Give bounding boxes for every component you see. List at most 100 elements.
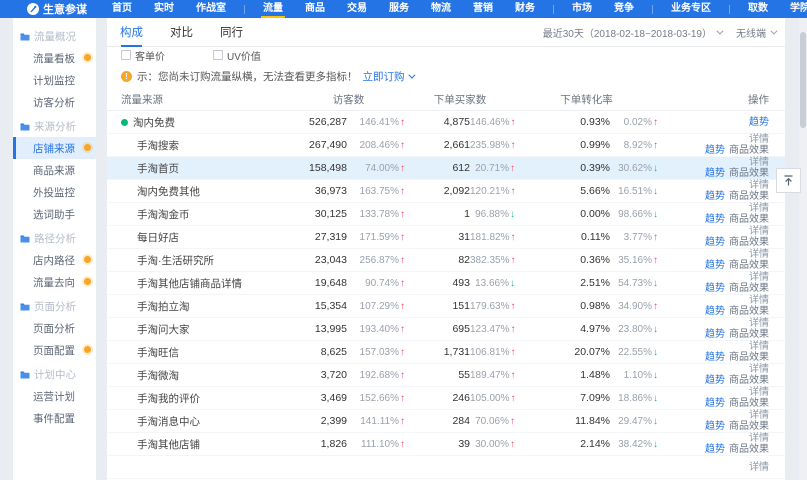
detail-link[interactable]: 详情 bbox=[749, 462, 769, 473]
trend-link[interactable]: 趋势 bbox=[749, 117, 769, 128]
sidebar-item-访客分析[interactable]: 访客分析 bbox=[13, 91, 96, 113]
trend-link[interactable]: 趋势 bbox=[705, 168, 725, 179]
trend-link[interactable]: 趋势 bbox=[705, 352, 725, 363]
detail-link[interactable]: 详情 bbox=[749, 226, 769, 237]
product-effect-link[interactable]: 商品效果 bbox=[729, 214, 769, 225]
sidebar-item-流量看板[interactable]: 流量看板 bbox=[13, 47, 96, 69]
table-row: 手淘淘金币30,125133.78%↑196.88%↓0.00%98.66%↓详… bbox=[107, 203, 785, 226]
back-to-top-button[interactable] bbox=[776, 168, 801, 193]
trend-link[interactable]: 趋势 bbox=[705, 398, 725, 409]
visitors-value: 267,490 bbox=[292, 139, 347, 151]
trend-link[interactable]: 趋势 bbox=[705, 237, 725, 248]
sidebar-item-页面分析[interactable]: 页面分析 bbox=[13, 317, 96, 339]
product-effect-link[interactable]: 商品效果 bbox=[729, 237, 769, 248]
detail-link[interactable]: 详情 bbox=[749, 318, 769, 329]
sidebar-item-计划监控[interactable]: 计划监控 bbox=[13, 69, 96, 91]
detail-link[interactable]: 详情 bbox=[749, 180, 769, 191]
sidebar-item-事件配置[interactable]: 事件配置 bbox=[13, 407, 96, 429]
product-effect-link[interactable]: 商品效果 bbox=[729, 191, 769, 202]
sidebar-item-运营计划[interactable]: 运营计划 bbox=[13, 385, 96, 407]
nav-item-作战室[interactable]: 作战室 bbox=[185, 0, 237, 18]
table-body: 淘内免费526,287146.41%↑4,875146.46%↑0.93%0.0… bbox=[107, 111, 785, 479]
tab-构成[interactable]: 构成 bbox=[120, 18, 143, 47]
terminal-selector[interactable]: 无线端 bbox=[736, 25, 775, 40]
nav-item-取数[interactable]: 取数 bbox=[737, 0, 779, 18]
checkbox-icon[interactable] bbox=[121, 50, 131, 60]
sidebar-item-页面配置[interactable]: 页面配置 bbox=[13, 339, 96, 361]
detail-link[interactable]: 详情 bbox=[749, 410, 769, 421]
detail-link[interactable]: 详情 bbox=[749, 249, 769, 260]
detail-link[interactable]: 详情 bbox=[749, 295, 769, 306]
detail-link[interactable]: 详情 bbox=[749, 364, 769, 375]
metric-checkbox-UV价值[interactable]: UV价值 bbox=[213, 48, 261, 62]
row-actions: 详情趋势商品效果 bbox=[658, 341, 785, 363]
product-effect-link[interactable]: 商品效果 bbox=[729, 168, 769, 179]
detail-link[interactable]: 详情 bbox=[749, 157, 769, 168]
exclamation-circle-icon: ! bbox=[121, 71, 132, 82]
sidebar-item-商品来源[interactable]: 商品来源 bbox=[13, 159, 96, 181]
nav-item-学院[interactable]: 学院 bbox=[779, 0, 807, 18]
product-effect-link[interactable]: 商品效果 bbox=[729, 145, 769, 156]
row-actions: 详情趋势商品效果 bbox=[658, 180, 785, 202]
trend-link[interactable]: 趋势 bbox=[705, 444, 725, 455]
visitors-value: 36,973 bbox=[292, 185, 347, 197]
product-effect-link[interactable]: 商品效果 bbox=[729, 444, 769, 455]
detail-link[interactable]: 详情 bbox=[749, 387, 769, 398]
sidebar-item-店铺来源[interactable]: 店铺来源 bbox=[13, 137, 96, 159]
trend-link[interactable]: 趋势 bbox=[705, 214, 725, 225]
nav-item-市场[interactable]: 市场 bbox=[561, 0, 603, 18]
trend-link[interactable]: 趋势 bbox=[705, 329, 725, 340]
product-effect-link[interactable]: 商品效果 bbox=[729, 329, 769, 340]
subscribe-link[interactable]: 立即订购 bbox=[363, 69, 413, 84]
product-effect-link[interactable]: 商品效果 bbox=[729, 260, 769, 271]
nav-item-营销[interactable]: 营销 bbox=[462, 0, 504, 18]
detail-link[interactable]: 详情 bbox=[749, 341, 769, 352]
sidebar-item-流量去向[interactable]: 流量去向 bbox=[13, 271, 96, 293]
nav-item-实时[interactable]: 实时 bbox=[143, 0, 185, 18]
nav-item-交易[interactable]: 交易 bbox=[336, 0, 378, 18]
nav-item-业务专区[interactable]: 业务专区 bbox=[660, 0, 722, 18]
trend-link[interactable]: 趋势 bbox=[705, 421, 725, 432]
product-effect-link[interactable]: 商品效果 bbox=[729, 352, 769, 363]
tab-同行[interactable]: 同行 bbox=[220, 18, 243, 47]
sidebar-item-label: 事件配置 bbox=[33, 411, 75, 426]
window-scrollbar[interactable] bbox=[799, 18, 807, 480]
trend-link[interactable]: 趋势 bbox=[705, 191, 725, 202]
nav-item-流量[interactable]: 流量 bbox=[252, 0, 294, 18]
trend-link[interactable]: 趋势 bbox=[705, 260, 725, 271]
notification-dot bbox=[84, 144, 91, 151]
product-effect-link[interactable]: 商品效果 bbox=[729, 421, 769, 432]
trend-link[interactable]: 趋势 bbox=[705, 283, 725, 294]
product-effect-link[interactable]: 商品效果 bbox=[729, 283, 769, 294]
conv-change: 38.42%↓ bbox=[610, 439, 658, 450]
trend-link[interactable]: 趋势 bbox=[705, 375, 725, 386]
nav-item-服务[interactable]: 服务 bbox=[378, 0, 420, 18]
tab-对比[interactable]: 对比 bbox=[170, 18, 193, 47]
buyers-value: 2,661 bbox=[405, 139, 470, 151]
actions-line1: 详情 bbox=[658, 433, 769, 444]
product-effect-link[interactable]: 商品效果 bbox=[729, 375, 769, 386]
scrollbar-thumb[interactable] bbox=[800, 32, 806, 128]
nav-item-财务[interactable]: 财务 bbox=[504, 0, 546, 18]
trend-link[interactable]: 趋势 bbox=[705, 145, 725, 156]
detail-link[interactable]: 详情 bbox=[749, 203, 769, 214]
date-range-selector[interactable]: 最近30天（2018-02-18~2018-03-19） bbox=[543, 25, 721, 40]
sidebar-item-店内路径[interactable]: 店内路径 bbox=[13, 249, 96, 271]
detail-link[interactable]: 详情 bbox=[749, 272, 769, 283]
sidebar-item-外投监控[interactable]: 外投监控 bbox=[13, 181, 96, 203]
product-effect-link[interactable]: 商品效果 bbox=[729, 398, 769, 409]
buyers-value: 612 bbox=[405, 162, 470, 174]
conv-value: 2.14% bbox=[515, 438, 610, 450]
trend-link[interactable]: 趋势 bbox=[705, 306, 725, 317]
product-effect-link[interactable]: 商品效果 bbox=[729, 306, 769, 317]
detail-link[interactable]: 详情 bbox=[749, 134, 769, 145]
nav-item-物流[interactable]: 物流 bbox=[420, 0, 462, 18]
nav-item-商品[interactable]: 商品 bbox=[294, 0, 336, 18]
detail-link[interactable]: 详情 bbox=[749, 433, 769, 444]
checkbox-icon[interactable] bbox=[213, 50, 223, 60]
nav-item-竞争[interactable]: 竞争 bbox=[603, 0, 645, 18]
sidebar-item-选词助手[interactable]: 选词助手 bbox=[13, 203, 96, 225]
app-logo[interactable]: 生意参谋 bbox=[27, 1, 87, 17]
metric-checkbox-客单价[interactable]: 客单价 bbox=[121, 48, 165, 62]
nav-item-首页[interactable]: 首页 bbox=[101, 0, 143, 18]
